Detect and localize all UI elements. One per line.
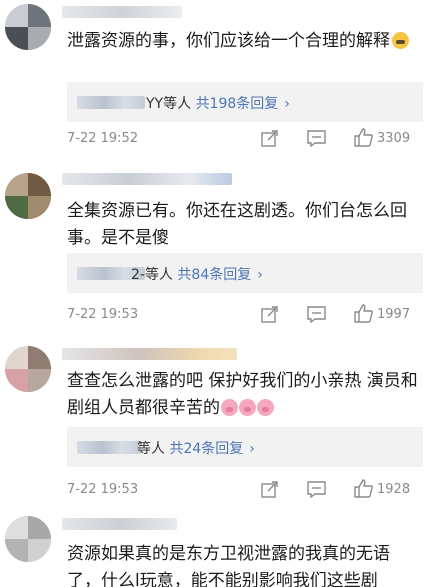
thumbs-up-icon[interactable]	[354, 128, 373, 147]
comment-text: 资源如果真的是东方卫视泄露的我真的无语了，什么l玩意，能不能别影响我们这些剧	[67, 544, 390, 587]
reply-users-suffix: 等人	[137, 441, 165, 457]
username[interactable]	[62, 348, 237, 360]
reply-count-link[interactable]: 共198条回复	[196, 96, 279, 112]
thumbs-up-icon[interactable]	[354, 479, 373, 498]
reply-users-suffix: 2-等人	[131, 267, 173, 283]
reply-preview[interactable]: 2-等人 共84条回复 ›	[67, 253, 423, 293]
comment-meta: 7-22 19:53 1997	[67, 304, 423, 326]
thumbs-up-icon[interactable]	[354, 304, 373, 323]
avatar[interactable]	[5, 516, 51, 562]
pig-face-icon	[239, 399, 256, 416]
comment-icon[interactable]	[307, 130, 326, 147]
reply-count-link[interactable]: 共84条回复	[177, 267, 251, 283]
pig-face-icon	[221, 399, 238, 416]
chevron-right-icon: ›	[284, 96, 290, 112]
pig-face-icon	[257, 399, 274, 416]
comment-meta: 7-22 19:53 1928	[67, 479, 423, 501]
reply-count-link[interactable]: 共24条回复	[169, 441, 243, 457]
reply-preview[interactable]: YY等人 共198条回复 ›	[67, 82, 423, 122]
share-icon[interactable]	[261, 306, 279, 323]
reply-users-suffix: YY等人	[146, 96, 192, 112]
timestamp: 7-22 19:53	[67, 482, 139, 497]
chevron-right-icon: ›	[249, 441, 255, 457]
timestamp: 7-22 19:53	[67, 307, 139, 322]
username[interactable]	[62, 518, 177, 530]
like-count: 3309	[377, 131, 411, 146]
share-icon[interactable]	[261, 481, 279, 498]
avatar[interactable]	[5, 173, 51, 219]
username[interactable]	[62, 173, 232, 185]
like-count: 1997	[377, 307, 411, 322]
share-icon[interactable]	[261, 130, 279, 147]
comment-icon[interactable]	[307, 481, 326, 498]
comment-meta: 7-22 19:52 3309	[67, 128, 423, 150]
avatar[interactable]	[5, 4, 51, 50]
username[interactable]	[62, 6, 182, 18]
comment-text: 泄露资源的事，你们应该给一个合理的解释	[67, 28, 423, 55]
chevron-right-icon: ›	[257, 267, 263, 283]
timestamp: 7-22 19:52	[67, 131, 139, 146]
avatar[interactable]	[5, 346, 51, 392]
weibo-comment-list: { "comments": [ { "text": "泄露资源的事，你们应该给一…	[0, 0, 437, 587]
comment-text: 查查怎么泄露的吧 保护好我们的小亲热 演员和剧组人员都很辛苦的	[67, 371, 418, 418]
comment-icon[interactable]	[307, 306, 326, 323]
comment-text: 全集资源已有。你还在这剧透。你们台怎么回事。是不是傻	[67, 201, 407, 248]
crying-face-icon	[392, 32, 409, 49]
like-count: 1928	[377, 482, 411, 497]
reply-preview[interactable]: 等人 共24条回复 ›	[67, 427, 423, 467]
